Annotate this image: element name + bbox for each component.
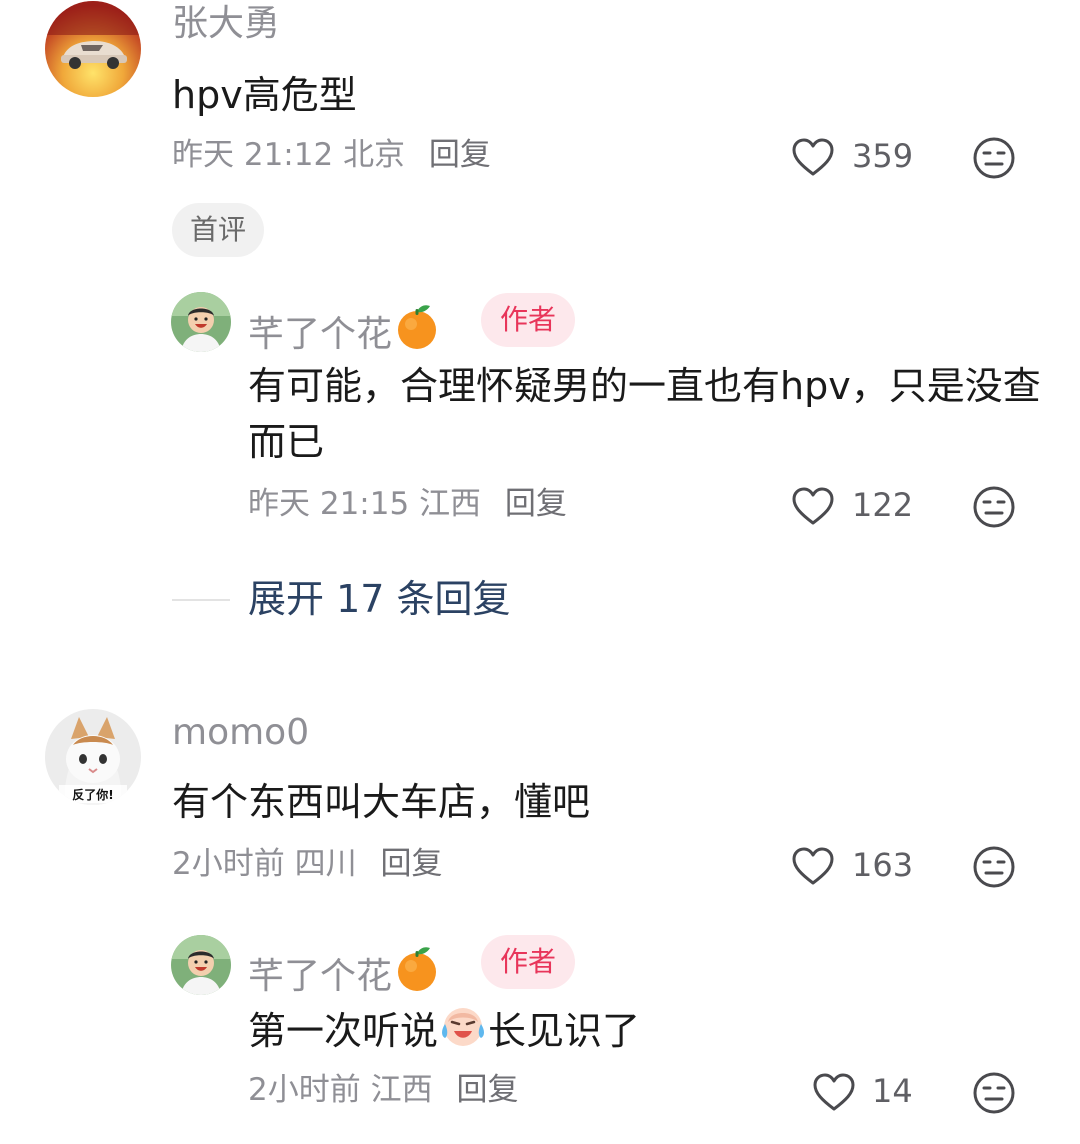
tangerine-icon [392, 944, 442, 994]
comment-meta: 2小时前 四川 回复 [172, 849, 442, 880]
avatar[interactable]: 反了你! [45, 709, 141, 805]
comment-location: 四川 [294, 846, 357, 882]
expand-replies-button[interactable]: 展开 17 条回复 [248, 580, 511, 618]
tangerine-icon [392, 302, 442, 352]
first-comment-badge: 首评 [172, 203, 265, 257]
reply-username[interactable]: 芊了个花 [248, 956, 392, 997]
meh-face-icon[interactable] [972, 485, 1016, 529]
heart-outline-icon[interactable] [791, 137, 835, 177]
comment-location: 北京 [343, 137, 406, 173]
reply-meta: 2小时前 江西 回复 [248, 1075, 518, 1106]
like-count: 122 [852, 486, 914, 524]
car-avatar-image [45, 1, 141, 97]
reply-username-row: 芊了个花 [248, 944, 442, 995]
author-badge: 作者 [481, 293, 576, 347]
comment-list: 张大勇 hpv高危型 昨天 21:12 北京 回复 359 首评 芊了个花 作者… [0, 0, 1080, 1144]
comment-time: 2小时前 [172, 846, 285, 882]
avatar-caption: 反了你! [72, 787, 113, 802]
reply-button[interactable]: 回复 [380, 846, 442, 882]
reply-username-row: 芊了个花 [248, 302, 442, 353]
expand-divider [172, 599, 230, 601]
like-count: 359 [852, 137, 914, 175]
meh-face-icon[interactable] [972, 845, 1016, 889]
reply-text-after: 长见识了 [488, 1009, 641, 1053]
reply-username[interactable]: 芊了个花 [248, 314, 392, 355]
like-count: 14 [872, 1072, 913, 1110]
reply-location: 江西 [419, 486, 482, 522]
heart-outline-icon[interactable] [791, 486, 835, 526]
reply-meta: 昨天 21:15 江西 回复 [248, 489, 567, 520]
kid-avatar-image [171, 292, 231, 352]
kid-avatar-image [171, 935, 231, 995]
crying-laughing-icon [442, 1008, 485, 1046]
reply-time: 2小时前 [248, 1072, 361, 1108]
meh-face-icon[interactable] [972, 1071, 1016, 1115]
author-badge: 作者 [481, 935, 576, 989]
comment-text: hpv高危型 [172, 73, 357, 117]
reply-text: 第一次听说 长见识了 [248, 1000, 640, 1059]
reply-button[interactable]: 回复 [505, 486, 567, 522]
comment-username[interactable]: 张大勇 [172, 6, 280, 42]
comment-time: 昨天 21:12 [172, 137, 334, 173]
reply-button[interactable]: 回复 [456, 1072, 518, 1108]
reply-text: 有可能，合理怀疑男的一直也有hpv，只是没查而已 [248, 364, 1041, 464]
meh-face-icon[interactable] [972, 136, 1016, 180]
avatar[interactable] [171, 935, 231, 995]
cat-avatar-image: 反了你! [45, 709, 141, 805]
comment-meta: 昨天 21:12 北京 回复 [172, 140, 491, 171]
heart-outline-icon[interactable] [812, 1072, 856, 1112]
reply-text-before: 第一次听说 [248, 1009, 439, 1053]
avatar[interactable] [45, 1, 141, 97]
reply-button[interactable]: 回复 [429, 137, 491, 173]
heart-outline-icon[interactable] [791, 846, 835, 886]
reply-time: 昨天 21:15 [248, 486, 410, 522]
comment-text: 有个东西叫大车店，懂吧 [172, 780, 591, 824]
comment-username[interactable]: momo0 [172, 715, 309, 751]
like-count: 163 [852, 846, 914, 884]
reply-location: 江西 [370, 1072, 433, 1108]
avatar[interactable] [171, 292, 231, 352]
